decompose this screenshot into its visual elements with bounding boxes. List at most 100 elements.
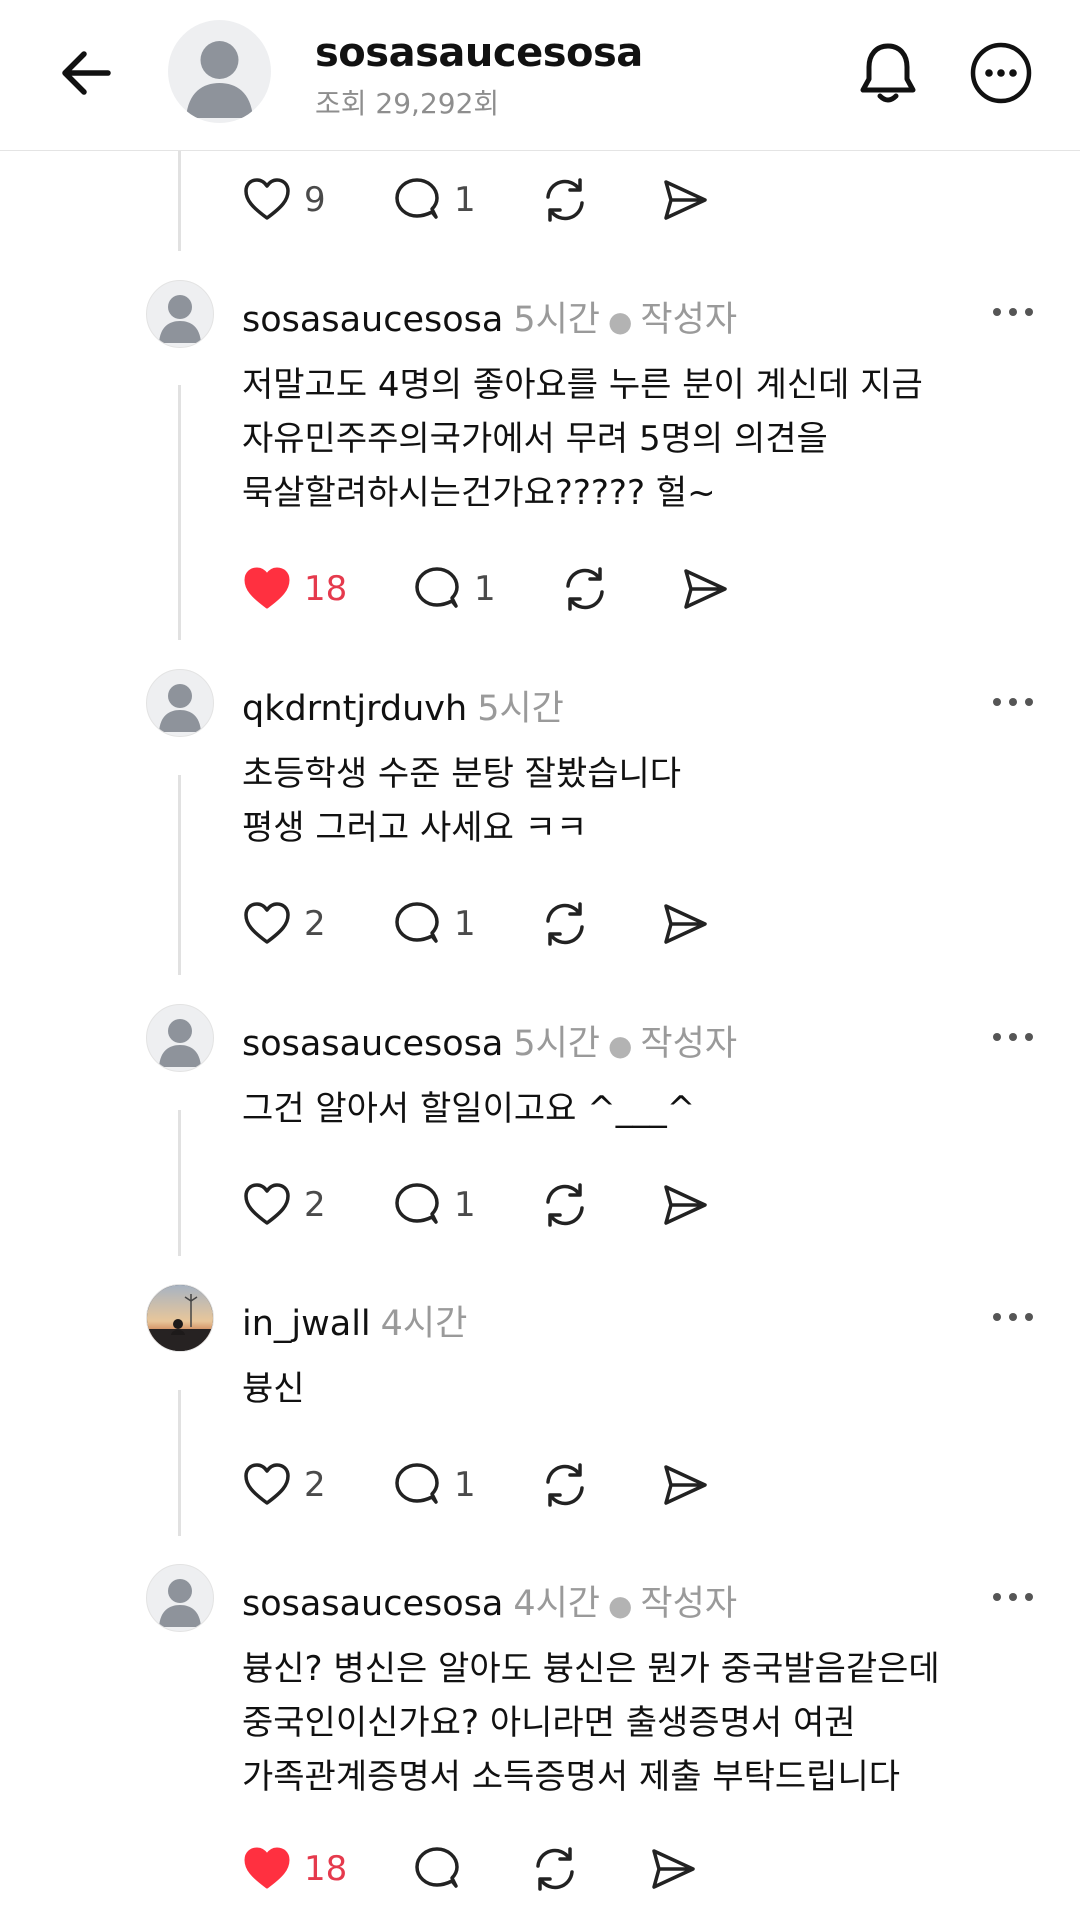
more-options-icon[interactable] (990, 302, 1036, 322)
reply-button[interactable]: 1 (392, 1176, 476, 1234)
comment-line: 평생 그러고 사세요 ㅋㅋ (242, 808, 588, 848)
comment-avatar[interactable] (146, 1564, 214, 1632)
author-badge: 작성자 (640, 1024, 738, 1064)
comment-avatar-photo[interactable] (146, 1284, 214, 1352)
more-options-icon[interactable] (990, 1587, 1036, 1607)
thread-line (178, 1390, 181, 1536)
comment-avatar[interactable] (146, 669, 214, 737)
share-button[interactable] (660, 895, 710, 953)
repost-icon (546, 1463, 584, 1507)
reply-button[interactable]: 1 (392, 171, 476, 229)
repost-button[interactable] (540, 1456, 590, 1514)
like-count: 18 (304, 1849, 348, 1889)
default-avatar-icon (159, 1019, 201, 1067)
comment-line: 가족관계증명서 소득증명서 제출 부탁드립니다 (242, 1757, 901, 1797)
repost-icon (566, 567, 604, 611)
send-icon (664, 180, 707, 220)
separator-dot: ● (607, 1589, 633, 1622)
like-button[interactable]: 2 (242, 1176, 326, 1234)
comment-time: 4시간 (513, 1584, 600, 1624)
comment-username[interactable]: qkdrntjrduvh (242, 689, 467, 729)
send-icon (664, 1465, 707, 1505)
default-avatar-icon (159, 684, 201, 732)
like-button[interactable]: 18 (242, 1840, 347, 1898)
reply-button[interactable]: 1 (392, 1456, 476, 1514)
profile-avatar[interactable] (168, 20, 271, 123)
author-badge: 작성자 (640, 1584, 738, 1624)
share-button[interactable] (648, 1840, 698, 1898)
comment-username[interactable]: sosasaucesosa (242, 300, 503, 340)
comment-meta: in_jwall 4시간 (242, 1295, 467, 1346)
comment-meta: sosasaucesosa 5시간 ● 작성자 (242, 291, 737, 342)
thread-line (178, 385, 181, 640)
repost-button[interactable] (540, 171, 590, 229)
repost-icon (546, 902, 584, 946)
repost-button[interactable] (560, 560, 610, 618)
share-button[interactable] (660, 1176, 710, 1234)
repost-button[interactable] (540, 895, 590, 953)
reply-count: 1 (454, 180, 476, 220)
more-options-icon[interactable] (990, 1307, 1036, 1327)
author-badge: 작성자 (640, 300, 738, 340)
thread-line (178, 775, 181, 975)
reply-count: 1 (454, 1185, 476, 1225)
share-button[interactable] (660, 171, 710, 229)
reply-button[interactable]: 1 (392, 895, 476, 953)
view-count: 조회 29,292회 (315, 87, 500, 120)
comment-bubble-icon (395, 1463, 439, 1504)
comment-time: 5시간 (477, 689, 564, 729)
like-button[interactable]: 9 (242, 171, 326, 229)
comment-time: 5시간 (513, 300, 600, 340)
comment-line: 자유민주주의국가에서 무려 5명의 의견을 (242, 419, 828, 459)
comment-username[interactable]: in_jwall (242, 1304, 371, 1344)
separator-dot: ● (607, 1029, 633, 1062)
more-options-circle-icon[interactable] (968, 38, 1034, 108)
more-options-icon[interactable] (990, 1027, 1036, 1047)
repost-button[interactable] (530, 1840, 580, 1898)
send-icon (652, 1849, 695, 1889)
comment-meta: sosasaucesosa 4시간 ● 작성자 (242, 1575, 737, 1626)
comment-bubble-icon (395, 902, 439, 943)
comment-text: 븅신? 병신은 알아도 븅신은 뭔가 중국발음같은데 중국인이신가요? 아니라면… (242, 1642, 940, 1804)
repost-icon (546, 178, 584, 222)
reply-count: 1 (474, 569, 496, 609)
like-count: 2 (304, 1465, 326, 1505)
comment-time: 5시간 (513, 1024, 600, 1064)
more-options-icon[interactable] (990, 692, 1036, 712)
comment-bubble-icon (415, 567, 459, 608)
comment-time: 4시간 (380, 1304, 468, 1344)
like-button[interactable]: 2 (242, 895, 326, 953)
top-bar: sosasaucesosa 조회 29,292회 (0, 0, 1080, 151)
comment-meta: sosasaucesosa 5시간 ● 작성자 (242, 1015, 737, 1066)
comment-avatar[interactable] (146, 1004, 214, 1072)
comment-bubble-icon (395, 178, 439, 219)
heart-icon (244, 1463, 290, 1505)
comment-avatar[interactable] (146, 280, 214, 348)
default-avatar-icon (159, 295, 201, 343)
send-icon (664, 904, 707, 944)
default-avatar-icon (159, 1579, 201, 1627)
comment-meta: qkdrntjrduvh 5시간 (242, 680, 564, 731)
like-button[interactable]: 18 (242, 560, 347, 618)
bell-icon[interactable] (855, 38, 921, 108)
comment-username[interactable]: sosasaucesosa (242, 1584, 503, 1624)
reply-button[interactable] (412, 1840, 462, 1898)
comment-text: 그건 알아서 할일이고요 ^___^ (242, 1082, 695, 1136)
send-icon (684, 569, 727, 609)
comment-line: 븅신 (242, 1369, 305, 1409)
heart-icon (244, 1183, 290, 1225)
comment-line: 묵살할려하시는건가요????? 헐~ (242, 473, 716, 513)
heart-icon (244, 902, 290, 944)
share-button[interactable] (680, 560, 730, 618)
profile-username[interactable]: sosasaucesosa (315, 30, 643, 76)
repost-icon (536, 1847, 574, 1891)
share-button[interactable] (660, 1456, 710, 1514)
reply-button[interactable]: 1 (412, 560, 496, 618)
reply-count: 1 (454, 904, 476, 944)
comment-text: 초등학생 수준 분탕 잘봤습니다 평생 그러고 사세요 ㅋㅋ (242, 747, 681, 855)
back-arrow-icon[interactable] (52, 38, 122, 108)
repost-button[interactable] (540, 1176, 590, 1234)
like-button[interactable]: 2 (242, 1456, 326, 1514)
like-count: 18 (304, 569, 348, 609)
comment-username[interactable]: sosasaucesosa (242, 1024, 503, 1064)
